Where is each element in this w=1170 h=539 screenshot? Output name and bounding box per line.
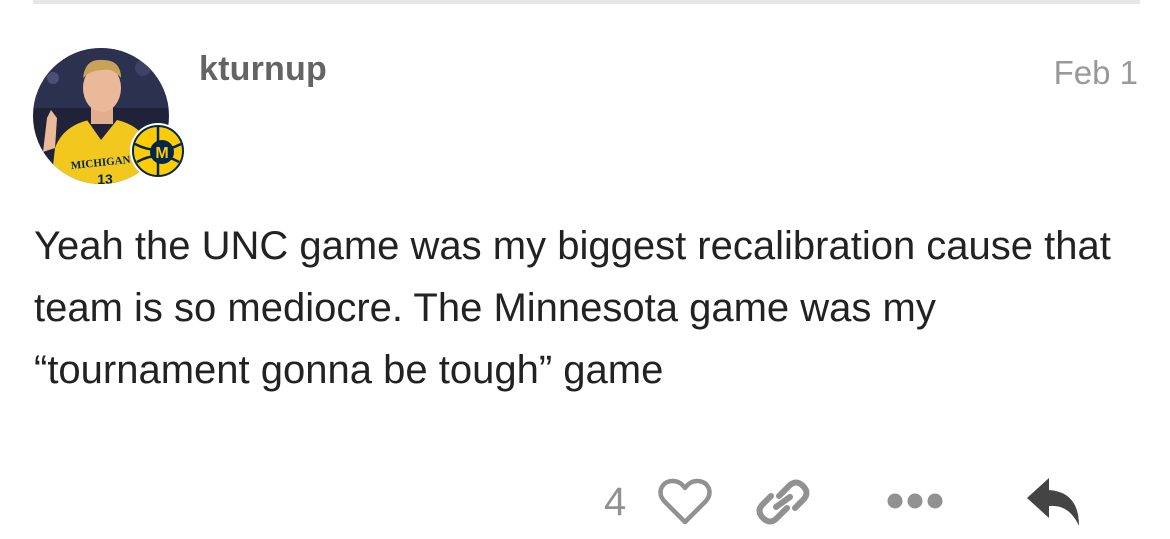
reply-icon[interactable] bbox=[1025, 476, 1083, 533]
avatar[interactable]: MICHIGAN 13 M bbox=[33, 48, 186, 184]
post-body: Yeah the UNC game was my biggest recalib… bbox=[34, 224, 1111, 392]
like-count[interactable]: 4 bbox=[604, 480, 626, 525]
flair-badge-icon: M bbox=[129, 122, 187, 180]
username[interactable]: kturnup bbox=[199, 50, 327, 89]
post-date[interactable]: Feb 1 bbox=[1054, 54, 1138, 92]
top-divider bbox=[33, 0, 1140, 4]
more-icon[interactable] bbox=[886, 490, 944, 517]
flair-letter: M bbox=[155, 145, 168, 162]
jersey-number: 13 bbox=[97, 171, 113, 184]
heart-icon[interactable] bbox=[658, 478, 712, 531]
link-icon[interactable] bbox=[755, 476, 811, 533]
